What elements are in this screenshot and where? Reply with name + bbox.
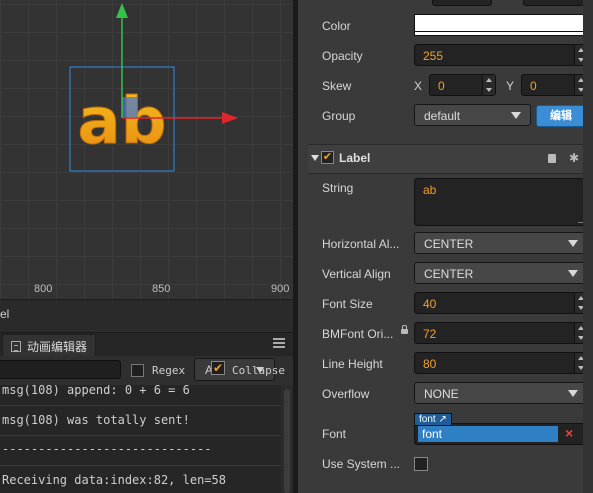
string-textarea[interactable]: ab <box>414 178 588 226</box>
scrollbar-thumb[interactable] <box>284 389 290 493</box>
line-height-field[interactable]: 80 <box>414 352 588 374</box>
log-line[interactable]: msg(108) was totally sent! <box>2 413 190 427</box>
skew-x-value: 0 <box>438 79 445 93</box>
log-divider <box>0 435 281 436</box>
close-icon[interactable]: × <box>565 425 573 441</box>
console-toolbar: Regex A ✔ Collapse <box>0 356 293 385</box>
scene-panel-footer: el <box>0 299 293 330</box>
component-title: Label <box>339 151 371 165</box>
collapse-triangle-icon[interactable] <box>311 155 319 161</box>
ruler-tick-label: 800 <box>34 283 53 295</box>
inspector-scrollbar[interactable] <box>583 0 593 493</box>
skew-y-field[interactable]: 0 <box>521 74 588 96</box>
bmfont-size-field[interactable]: 72 <box>414 322 588 344</box>
use-system-font-checkbox[interactable] <box>414 457 428 471</box>
horizontal-align-label: Horizontal Al... <box>322 237 400 251</box>
font-asset-tag[interactable]: font ↗ <box>414 413 452 426</box>
opacity-field[interactable]: 255 <box>414 44 588 66</box>
font-size-value: 40 <box>423 297 437 311</box>
skew-label: Skew <box>322 79 352 93</box>
log-line[interactable]: Receiving data:index:82, len=58 <box>2 473 226 487</box>
regex-label: Regex <box>152 364 186 377</box>
font-size-field[interactable]: 40 <box>414 292 588 314</box>
filter-input[interactable] <box>0 360 121 379</box>
group-select[interactable]: default <box>414 104 531 126</box>
skew-x-field[interactable]: 0 <box>429 74 496 96</box>
scene-canvas: ab <box>69 3 238 172</box>
group-edit-button[interactable]: 编辑 <box>536 105 586 127</box>
font-size-label: Font Size <box>322 297 373 311</box>
opacity-label: Opacity <box>322 49 363 63</box>
string-value: ab <box>423 183 437 197</box>
group-label: Group <box>322 109 356 123</box>
chevron-down-icon <box>568 390 578 397</box>
skew-y-label: Y <box>506 79 515 93</box>
lock-icon <box>401 325 408 334</box>
console-log[interactable]: msg(108) append: 0 + 6 = 6 msg(108) was … <box>0 385 281 493</box>
skew-y-value: 0 <box>530 79 537 93</box>
chevron-down-icon <box>568 270 578 277</box>
anchor-handle[interactable] <box>122 97 138 117</box>
vertical-align-label: Vertical Align <box>322 267 391 281</box>
overflow-select[interactable]: NONE <box>414 382 588 404</box>
gizmo-y-arrow[interactable] <box>116 3 128 18</box>
log-divider <box>0 405 281 406</box>
string-label: String <box>322 181 354 195</box>
font-label: Font <box>322 427 347 441</box>
ruler-tick-label: 900 <box>271 283 290 295</box>
collapse-label: Collapse <box>232 364 285 377</box>
ruler-tick-label: 850 <box>152 283 171 295</box>
field-stub <box>432 0 492 6</box>
opacity-value: 255 <box>423 49 444 63</box>
horizontal-align-select[interactable]: CENTER <box>414 232 588 254</box>
font-asset-value[interactable]: font <box>418 426 558 442</box>
help-book-icon[interactable] <box>548 154 556 163</box>
menu-icon[interactable] <box>273 338 285 348</box>
vertical-align-value: CENTER <box>424 267 474 281</box>
regex-checkbox[interactable] <box>131 364 144 377</box>
console-scrollbar[interactable] <box>281 385 293 493</box>
group-value: default <box>424 109 461 123</box>
console-tabbar: 动画编辑器 <box>0 332 293 357</box>
color-label: Color <box>322 19 351 33</box>
log-divider <box>0 465 281 466</box>
stepper-icon[interactable] <box>482 75 495 95</box>
label-component-header[interactable]: ✔ Label ✱ <box>308 144 593 174</box>
tab-label: 动画编辑器 <box>27 339 88 354</box>
animation-doc-icon <box>11 340 21 352</box>
log-line[interactable]: msg(108) append: 0 + 6 = 6 <box>2 385 190 397</box>
collapse-checkbox[interactable]: ✔ <box>211 361 225 375</box>
use-system-font-label: Use System ... <box>322 457 401 471</box>
chevron-down-icon <box>511 112 521 119</box>
log-line[interactable]: ----------------------------- <box>2 442 212 456</box>
field-stub <box>523 0 587 6</box>
line-height-value: 80 <box>423 357 437 371</box>
gizmo-x-arrow[interactable] <box>222 112 238 124</box>
chevron-down-icon <box>568 240 578 247</box>
scene-view[interactable]: ab 800 850 900 <box>0 0 293 299</box>
font-tag-label: font <box>419 414 436 425</box>
skew-x-label: X <box>414 79 423 93</box>
gear-icon[interactable]: ✱ <box>569 151 579 165</box>
inspector-panel: Color Opacity 255 Skew X 0 Y 0 Group def… <box>298 0 593 493</box>
font-asset-field[interactable]: font × <box>414 423 588 445</box>
line-height-label: Line Height <box>322 357 383 371</box>
component-enabled-checkbox[interactable]: ✔ <box>321 151 334 164</box>
bmfont-size-label: BMFont Ori... <box>322 327 394 341</box>
color-picker[interactable] <box>414 14 588 36</box>
bmfont-size-value: 72 <box>423 327 437 341</box>
tab-animation-editor[interactable]: 动画编辑器 <box>2 334 97 357</box>
overflow-value: NONE <box>424 387 459 401</box>
vertical-align-select[interactable]: CENTER <box>414 262 588 284</box>
horizontal-align-value: CENTER <box>424 237 474 251</box>
panel-title-fragment: el <box>0 307 10 321</box>
overflow-label: Overflow <box>322 387 370 401</box>
